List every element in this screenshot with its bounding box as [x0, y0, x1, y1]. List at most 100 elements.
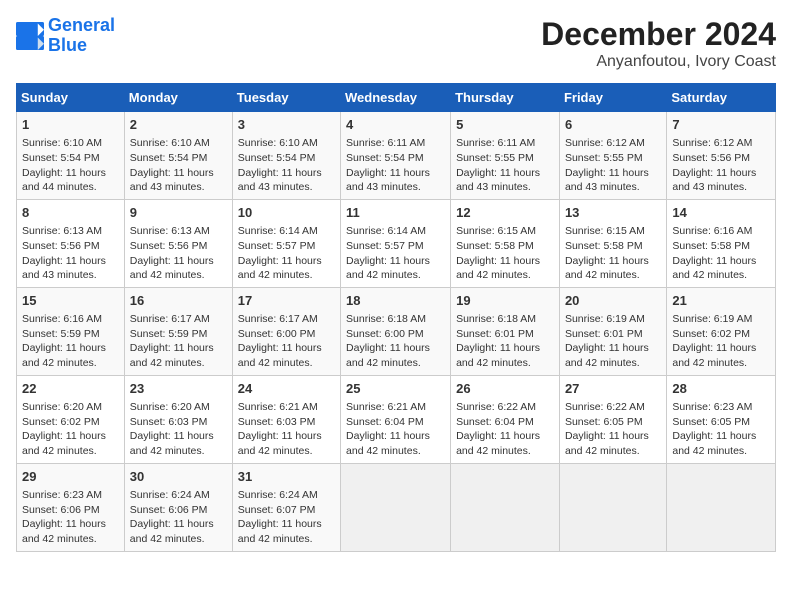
calendar-cell: 4Sunrise: 6:11 AM Sunset: 5:54 PM Daylig…	[341, 112, 451, 200]
day-number: 18	[346, 292, 445, 310]
calendar-table: SundayMondayTuesdayWednesdayThursdayFrid…	[16, 83, 776, 552]
calendar-cell: 18 Sunrise: 6:18 AM Sunset: 6:00 PM Dayli…	[341, 287, 451, 375]
day-content: Sunrise: 6:19 AM Sunset: 6:01 PM Dayligh…	[565, 312, 661, 371]
day-number: 30	[130, 468, 227, 486]
calendar-week-1: 1 Sunrise: 6:10 AM Sunset: 5:54 PM Daylig…	[17, 112, 776, 200]
calendar-week-5: 29Sunrise: 6:23 AM Sunset: 6:06 PM Dayli…	[17, 463, 776, 551]
day-number: 3	[238, 116, 335, 134]
calendar-cell: 15Sunrise: 6:16 AM Sunset: 5:59 PM Dayli…	[17, 287, 125, 375]
day-content: Sunrise: 6:10 AM Sunset: 5:54 PM Dayligh…	[130, 136, 227, 195]
day-content: Sunrise: 6:14 AM Sunset: 5:57 PM Dayligh…	[346, 224, 445, 283]
day-number: 17	[238, 292, 335, 310]
logo-text: General Blue	[48, 16, 115, 56]
calendar-cell: 19Sunrise: 6:18 AM Sunset: 6:01 PM Dayli…	[451, 287, 560, 375]
calendar-cell: 3 Sunrise: 6:10 AM Sunset: 5:54 PM Daylig…	[232, 112, 340, 200]
day-content: Sunrise: 6:24 AM Sunset: 6:07 PM Dayligh…	[238, 488, 335, 547]
calendar-cell: 27 Sunrise: 6:22 AM Sunset: 6:05 PM Dayli…	[559, 375, 666, 463]
day-content: Sunrise: 6:15 AM Sunset: 5:58 PM Dayligh…	[565, 224, 661, 283]
day-number: 11	[346, 204, 445, 222]
calendar-cell	[559, 463, 666, 551]
calendar-cell: 10 Sunrise: 6:14 AM Sunset: 5:57 PM Dayli…	[232, 199, 340, 287]
calendar-title: December 2024	[541, 16, 776, 53]
calendar-cell: 31 Sunrise: 6:24 AM Sunset: 6:07 PM Dayli…	[232, 463, 340, 551]
calendar-cell: 26 Sunrise: 6:22 AM Sunset: 6:04 PM Dayli…	[451, 375, 560, 463]
calendar-cell: 14 Sunrise: 6:16 AM Sunset: 5:58 PM Dayli…	[667, 199, 776, 287]
logo-line1: General	[48, 15, 115, 35]
title-block: December 2024 Anyanfoutou, Ivory Coast	[541, 16, 776, 71]
calendar-cell: 8Sunrise: 6:13 AM Sunset: 5:56 PM Daylig…	[17, 199, 125, 287]
column-header-friday: Friday	[559, 84, 666, 112]
calendar-body: 1 Sunrise: 6:10 AM Sunset: 5:54 PM Daylig…	[17, 112, 776, 552]
logo-icon	[16, 22, 44, 50]
day-number: 9	[130, 204, 227, 222]
day-content: Sunrise: 6:12 AM Sunset: 5:55 PM Dayligh…	[565, 136, 661, 195]
calendar-header-row: SundayMondayTuesdayWednesdayThursdayFrid…	[17, 84, 776, 112]
calendar-subtitle: Anyanfoutou, Ivory Coast	[541, 53, 776, 71]
calendar-cell: 22Sunrise: 6:20 AM Sunset: 6:02 PM Dayli…	[17, 375, 125, 463]
day-content: Sunrise: 6:12 AM Sunset: 5:56 PM Dayligh…	[672, 136, 770, 195]
day-number: 22	[22, 380, 119, 398]
calendar-cell	[341, 463, 451, 551]
day-content: Sunrise: 6:16 AM Sunset: 5:58 PM Dayligh…	[672, 224, 770, 283]
day-content: Sunrise: 6:21 AM Sunset: 6:04 PM Dayligh…	[346, 400, 445, 459]
calendar-cell: 21 Sunrise: 6:19 AM Sunset: 6:02 PM Dayli…	[667, 287, 776, 375]
calendar-cell	[451, 463, 560, 551]
day-number: 29	[22, 468, 119, 486]
logo: General Blue	[16, 16, 115, 56]
calendar-cell: 7 Sunrise: 6:12 AM Sunset: 5:56 PM Daylig…	[667, 112, 776, 200]
day-number: 25	[346, 380, 445, 398]
calendar-cell: 17 Sunrise: 6:17 AM Sunset: 6:00 PM Dayli…	[232, 287, 340, 375]
day-number: 31	[238, 468, 335, 486]
calendar-cell: 20 Sunrise: 6:19 AM Sunset: 6:01 PM Dayli…	[559, 287, 666, 375]
calendar-cell: 16Sunrise: 6:17 AM Sunset: 5:59 PM Dayli…	[124, 287, 232, 375]
day-number: 5	[456, 116, 554, 134]
day-number: 10	[238, 204, 335, 222]
calendar-cell: 2 Sunrise: 6:10 AM Sunset: 5:54 PM Daylig…	[124, 112, 232, 200]
day-number: 21	[672, 292, 770, 310]
day-number: 14	[672, 204, 770, 222]
day-number: 24	[238, 380, 335, 398]
column-header-tuesday: Tuesday	[232, 84, 340, 112]
day-number: 28	[672, 380, 770, 398]
day-number: 23	[130, 380, 227, 398]
column-header-saturday: Saturday	[667, 84, 776, 112]
day-content: Sunrise: 6:15 AM Sunset: 5:58 PM Dayligh…	[456, 224, 554, 283]
day-content: Sunrise: 6:10 AM Sunset: 5:54 PM Dayligh…	[22, 136, 119, 195]
calendar-cell: 30 Sunrise: 6:24 AM Sunset: 6:06 PM Dayli…	[124, 463, 232, 551]
day-content: Sunrise: 6:17 AM Sunset: 6:00 PM Dayligh…	[238, 312, 335, 371]
day-content: Sunrise: 6:11 AM Sunset: 5:55 PM Dayligh…	[456, 136, 554, 195]
day-content: Sunrise: 6:10 AM Sunset: 5:54 PM Dayligh…	[238, 136, 335, 195]
day-number: 4	[346, 116, 445, 134]
calendar-cell: 5 Sunrise: 6:11 AM Sunset: 5:55 PM Daylig…	[451, 112, 560, 200]
day-number: 12	[456, 204, 554, 222]
column-header-wednesday: Wednesday	[341, 84, 451, 112]
day-content: Sunrise: 6:24 AM Sunset: 6:06 PM Dayligh…	[130, 488, 227, 547]
day-number: 7	[672, 116, 770, 134]
calendar-week-4: 22Sunrise: 6:20 AM Sunset: 6:02 PM Dayli…	[17, 375, 776, 463]
calendar-week-3: 15Sunrise: 6:16 AM Sunset: 5:59 PM Dayli…	[17, 287, 776, 375]
day-number: 2	[130, 116, 227, 134]
day-content: Sunrise: 6:17 AM Sunset: 5:59 PM Dayligh…	[130, 312, 227, 371]
day-content: Sunrise: 6:19 AM Sunset: 6:02 PM Dayligh…	[672, 312, 770, 371]
calendar-cell	[667, 463, 776, 551]
day-number: 26	[456, 380, 554, 398]
day-number: 6	[565, 116, 661, 134]
calendar-cell: 11 Sunrise: 6:14 AM Sunset: 5:57 PM Dayli…	[341, 199, 451, 287]
day-number: 20	[565, 292, 661, 310]
column-header-thursday: Thursday	[451, 84, 560, 112]
column-header-monday: Monday	[124, 84, 232, 112]
calendar-cell: 29Sunrise: 6:23 AM Sunset: 6:06 PM Dayli…	[17, 463, 125, 551]
column-header-sunday: Sunday	[17, 84, 125, 112]
day-content: Sunrise: 6:18 AM Sunset: 6:00 PM Dayligh…	[346, 312, 445, 371]
calendar-cell: 12 Sunrise: 6:15 AM Sunset: 5:58 PM Dayli…	[451, 199, 560, 287]
calendar-cell: 28Sunrise: 6:23 AM Sunset: 6:05 PM Dayli…	[667, 375, 776, 463]
calendar-cell: 1 Sunrise: 6:10 AM Sunset: 5:54 PM Daylig…	[17, 112, 125, 200]
day-content: Sunrise: 6:14 AM Sunset: 5:57 PM Dayligh…	[238, 224, 335, 283]
day-content: Sunrise: 6:13 AM Sunset: 5:56 PM Dayligh…	[22, 224, 119, 283]
day-number: 1	[22, 116, 119, 134]
day-content: Sunrise: 6:22 AM Sunset: 6:04 PM Dayligh…	[456, 400, 554, 459]
day-content: Sunrise: 6:22 AM Sunset: 6:05 PM Dayligh…	[565, 400, 661, 459]
day-content: Sunrise: 6:16 AM Sunset: 5:59 PM Dayligh…	[22, 312, 119, 371]
day-number: 27	[565, 380, 661, 398]
calendar-cell: 6 Sunrise: 6:12 AM Sunset: 5:55 PM Daylig…	[559, 112, 666, 200]
